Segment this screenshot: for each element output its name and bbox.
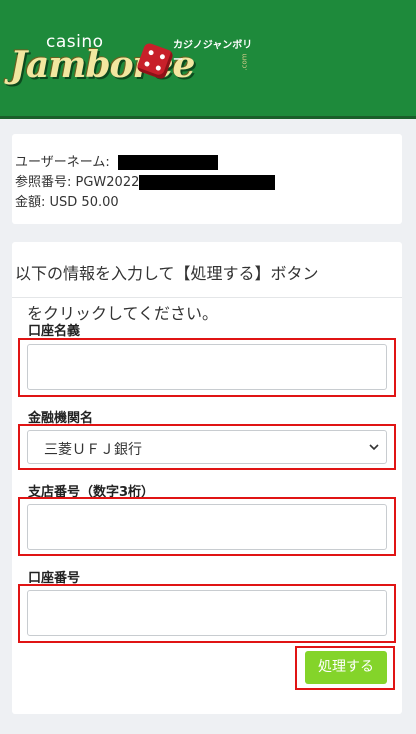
submit-button[interactable]: 処理する: [305, 651, 387, 684]
reference-label: 参照番号: PGW2022: [15, 175, 140, 190]
reference-row: 参照番号: PGW2022: [15, 171, 276, 190]
account-name-label: 口座名義: [28, 324, 81, 339]
instruction-line-1: 以下の情報を入力して【処理する】ボタン: [15, 264, 319, 283]
amount-text: 金額: USD 50.00: [15, 195, 119, 210]
instruction-divider: [12, 297, 402, 298]
username-redacted: [117, 155, 218, 170]
username-label: ユーザーネーム:: [15, 155, 110, 170]
reference-redacted: [139, 175, 276, 190]
chevron-down-icon: [369, 444, 379, 451]
username-row: ユーザーネーム:: [15, 151, 218, 170]
header-divider: [0, 116, 416, 119]
logo-com-text: .com: [240, 53, 249, 71]
branch-number-input[interactable]: [27, 504, 387, 550]
account-number-input[interactable]: [27, 590, 387, 636]
account-name-input[interactable]: [27, 344, 387, 390]
bank-selected-value: 三菱ＵＦＪ銀行: [44, 442, 142, 458]
bank-name-select[interactable]: 三菱ＵＦＪ銀行: [27, 430, 387, 464]
casino-jamboree-logo[interactable]: casino Jamboree カジノジャンボリー .com: [10, 30, 255, 88]
header-bar: casino Jamboree カジノジャンボリー .com: [0, 0, 416, 116]
